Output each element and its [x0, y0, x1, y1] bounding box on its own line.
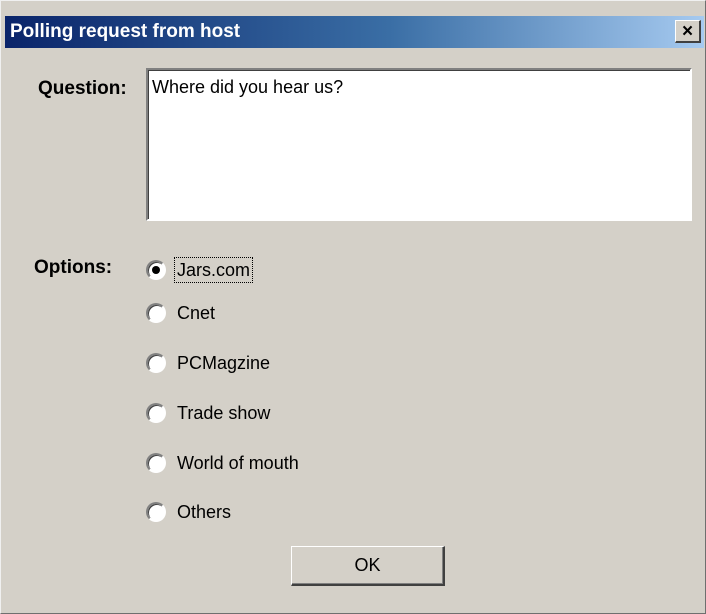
- question-textbox[interactable]: Where did you hear us?: [146, 68, 692, 221]
- radio-button-others[interactable]: [146, 502, 166, 522]
- option-label-cnet[interactable]: Cnet: [175, 301, 217, 325]
- radio-button-jars-com[interactable]: [146, 260, 166, 280]
- option-label-world-of-mouth[interactable]: World of mouth: [175, 451, 301, 475]
- polling-dialog: Polling request from host × Question: Wh…: [0, 0, 706, 614]
- option-label-pcmagzine[interactable]: PCMagzine: [175, 351, 272, 375]
- options-label: Options:: [34, 257, 113, 278]
- radio-button-cnet[interactable]: [146, 303, 166, 323]
- option-others[interactable]: Others: [146, 499, 233, 525]
- question-label: Question:: [38, 78, 127, 99]
- window-title: Polling request from host: [10, 21, 241, 42]
- radio-button-world-of-mouth[interactable]: [146, 453, 166, 473]
- close-icon: ×: [681, 20, 694, 42]
- close-button[interactable]: ×: [675, 20, 701, 43]
- question-text: Where did you hear us?: [152, 77, 344, 97]
- option-jars-com[interactable]: Jars.com: [146, 257, 254, 283]
- option-world-of-mouth[interactable]: World of mouth: [146, 450, 301, 476]
- ok-button[interactable]: OK: [291, 546, 445, 586]
- option-label-others[interactable]: Others: [175, 500, 233, 524]
- option-pcmagzine[interactable]: PCMagzine: [146, 350, 272, 376]
- option-trade-show[interactable]: Trade show: [146, 400, 272, 426]
- option-label-trade-show[interactable]: Trade show: [175, 401, 272, 425]
- title-bar[interactable]: Polling request from host ×: [5, 16, 704, 48]
- radio-button-trade-show[interactable]: [146, 403, 166, 423]
- option-cnet[interactable]: Cnet: [146, 300, 217, 326]
- radio-button-pcmagzine[interactable]: [146, 353, 166, 373]
- option-label-jars-com[interactable]: Jars.com: [173, 257, 254, 283]
